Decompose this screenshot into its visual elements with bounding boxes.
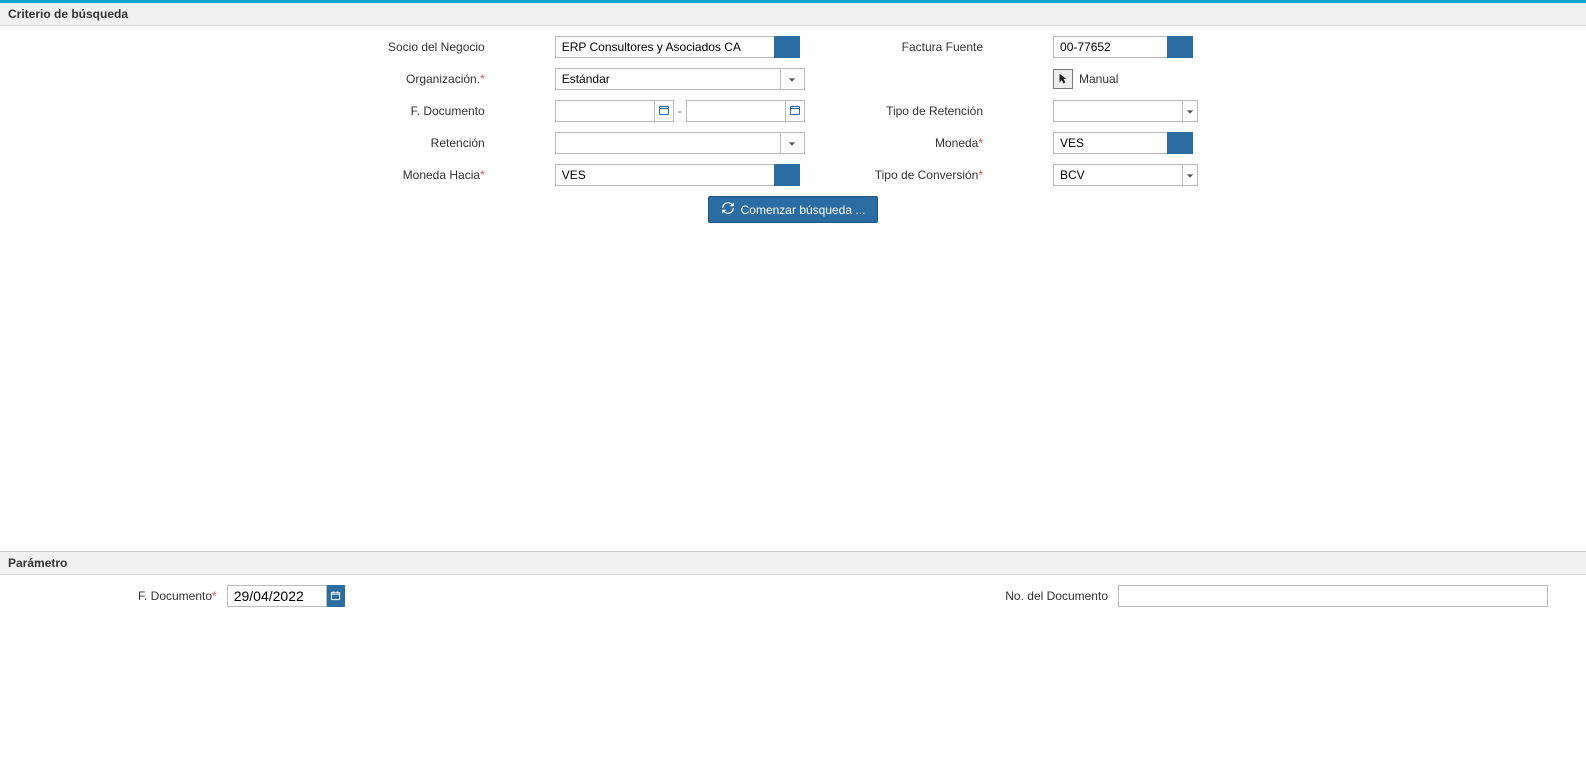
required-marker: * xyxy=(978,168,983,182)
start-search-label: Comenzar búsqueda ... xyxy=(741,203,866,217)
tipo-retencion-dropdown-button[interactable] xyxy=(1182,100,1198,122)
tipo-conversion-dropdown-button[interactable] xyxy=(1182,164,1198,186)
label-manual: Manual xyxy=(1079,72,1118,86)
search-form: Socio del Negocio Factura Fuente Organiz… xyxy=(0,26,1586,186)
socio-negocio-input[interactable] xyxy=(555,36,775,58)
caret-down-icon xyxy=(788,136,796,151)
label-organizacion: Organización.* xyxy=(388,72,485,86)
no-documento-input[interactable] xyxy=(1118,585,1548,607)
parametro-title: Parámetro xyxy=(8,556,67,570)
manual-checkbox[interactable] xyxy=(1053,69,1073,89)
label-moneda-hacia: Moneda Hacia* xyxy=(388,168,485,182)
label-socio-negocio: Socio del Negocio xyxy=(388,40,485,54)
label-retencion: Retención xyxy=(388,136,485,150)
calendar-icon xyxy=(330,589,341,604)
label-no-documento: No. del Documento xyxy=(1005,589,1108,603)
cursor-icon xyxy=(1056,72,1070,86)
empty-results-area xyxy=(0,231,1586,551)
calendar-icon xyxy=(789,104,801,119)
label-factura-fuente: Factura Fuente xyxy=(875,40,983,54)
f-documento-to-input[interactable] xyxy=(686,100,786,122)
label-moneda: Moneda* xyxy=(875,136,983,150)
label-f-documento: F. Documento xyxy=(388,104,485,118)
socio-negocio-lookup-button[interactable] xyxy=(774,36,800,58)
required-marker: * xyxy=(480,72,485,86)
organizacion-select[interactable] xyxy=(555,68,781,90)
param-f-documento-input[interactable] xyxy=(227,585,327,607)
moneda-hacia-enter-button[interactable] xyxy=(774,164,800,186)
tipo-conversion-select[interactable] xyxy=(1053,164,1183,186)
retencion-select[interactable] xyxy=(555,132,781,154)
calendar-icon xyxy=(658,104,670,119)
factura-fuente-input[interactable] xyxy=(1053,36,1168,58)
param-f-documento-calendar-button[interactable] xyxy=(327,585,345,607)
caret-down-icon xyxy=(788,72,796,87)
search-criteria-title: Criterio de búsqueda xyxy=(8,7,128,21)
parametro-body: F. Documento* No. del Documento xyxy=(0,575,1586,617)
moneda-input[interactable] xyxy=(1053,132,1168,154)
caret-down-icon xyxy=(1186,104,1194,119)
retencion-dropdown-button[interactable] xyxy=(780,132,805,154)
required-marker: * xyxy=(978,136,983,150)
search-criteria-header: Criterio de búsqueda xyxy=(0,3,1586,26)
start-search-button[interactable]: Comenzar búsqueda ... xyxy=(708,196,879,223)
label-param-f-documento: F. Documento* xyxy=(138,589,217,603)
refresh-icon xyxy=(721,201,735,218)
label-tipo-conversion: Tipo de Conversión* xyxy=(875,168,983,182)
f-documento-to-calendar-button[interactable] xyxy=(786,100,805,122)
moneda-hacia-input[interactable] xyxy=(555,164,775,186)
required-marker: * xyxy=(212,589,217,603)
moneda-enter-button[interactable] xyxy=(1167,132,1193,154)
f-documento-from-input[interactable] xyxy=(555,100,655,122)
tipo-retencion-select[interactable] xyxy=(1053,100,1183,122)
parametro-header: Parámetro xyxy=(0,551,1586,575)
label-tipo-retencion: Tipo de Retención xyxy=(875,104,983,118)
required-marker: * xyxy=(480,168,485,182)
date-range-separator: - xyxy=(674,104,686,118)
caret-down-icon xyxy=(1186,168,1194,183)
f-documento-from-calendar-button[interactable] xyxy=(655,100,674,122)
organizacion-dropdown-button[interactable] xyxy=(780,68,805,90)
factura-fuente-enter-button[interactable] xyxy=(1167,36,1193,58)
